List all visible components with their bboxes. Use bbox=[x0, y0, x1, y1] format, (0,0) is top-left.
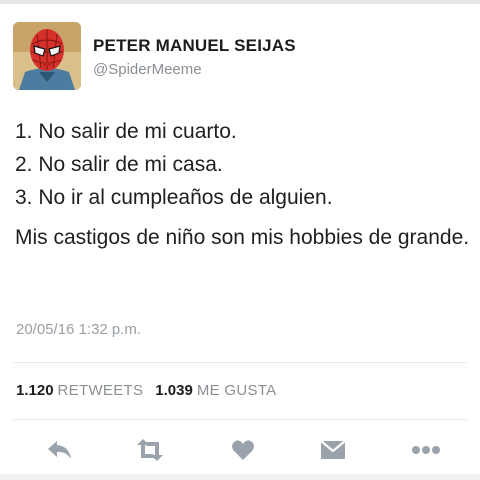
divider bbox=[14, 362, 466, 363]
tweet-line-2: 2. No salir de mi casa. bbox=[15, 153, 223, 176]
like-heart-icon bbox=[232, 440, 254, 460]
retweet-button[interactable] bbox=[132, 432, 168, 468]
tweet-stats: 1.120 RETWEETS 1.039 ME GUSTA bbox=[16, 382, 276, 399]
tweet-paragraph: Mis castigos de niño son mis hobbies de … bbox=[15, 226, 470, 249]
avatar[interactable] bbox=[13, 22, 81, 90]
user-handle[interactable]: @SpiderMeeme bbox=[93, 61, 296, 78]
direct-message-icon bbox=[320, 440, 346, 459]
direct-message-button[interactable] bbox=[315, 432, 351, 468]
tweet-line-3: 3. No ir al cumpleaños de alguien. bbox=[15, 186, 333, 209]
spiderman-avatar-image bbox=[13, 22, 81, 90]
likes-count[interactable]: 1.039 bbox=[155, 382, 193, 399]
more-options-button[interactable] bbox=[408, 432, 444, 468]
reply-icon bbox=[48, 441, 71, 459]
retweets-label[interactable]: RETWEETS bbox=[58, 382, 144, 399]
bottom-border bbox=[0, 474, 480, 480]
tweet-timestamp[interactable]: 20/05/16 1:32 p.m. bbox=[16, 321, 141, 338]
tweet-text: 1. No salir de mi cuarto. 2. No salir de… bbox=[15, 118, 470, 253]
more-options-icon bbox=[412, 446, 440, 454]
retweets-count[interactable]: 1.120 bbox=[16, 382, 54, 399]
like-button[interactable] bbox=[225, 432, 261, 468]
tweet-header: PETER MANUEL SEIJAS @SpiderMeeme bbox=[13, 22, 296, 90]
top-border bbox=[0, 0, 480, 4]
tweet-actions bbox=[0, 432, 480, 468]
retweet-icon bbox=[137, 439, 163, 461]
divider bbox=[14, 419, 466, 420]
likes-label[interactable]: ME GUSTA bbox=[197, 382, 277, 399]
tweet-line-1: 1. No salir de mi cuarto. bbox=[15, 120, 237, 143]
display-name[interactable]: PETER MANUEL SEIJAS bbox=[93, 36, 296, 56]
reply-button[interactable] bbox=[42, 432, 78, 468]
